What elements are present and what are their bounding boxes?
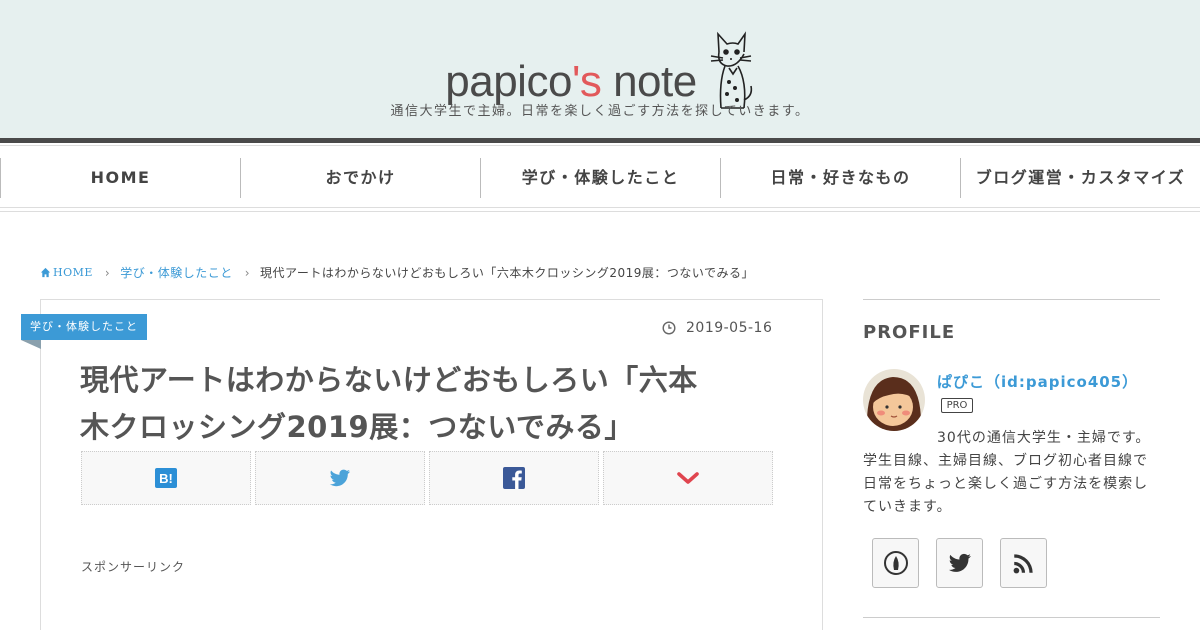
sidebar-top-border — [863, 299, 1160, 300]
pocket-share-button[interactable] — [603, 451, 773, 505]
facebook-share-button[interactable] — [429, 451, 599, 505]
avatar-image — [863, 369, 925, 431]
twitter-follow-button[interactable] — [936, 538, 983, 588]
hatena-follow-button[interactable] — [872, 538, 919, 588]
nav-item-nichijo[interactable]: 日常・好きなもの — [720, 158, 960, 198]
chevron-down-icon — [677, 472, 699, 484]
clock-icon — [662, 321, 676, 335]
nav-item-manabi[interactable]: 学び・体験したこと — [480, 158, 720, 198]
social-buttons — [872, 538, 1047, 588]
nav-item-odekake[interactable]: おでかけ — [240, 158, 480, 198]
twitter-share-button[interactable] — [255, 451, 425, 505]
profile-description: 30代の通信大学生・主婦です。学生目線、主婦目線、ブログ初心者目線で日常をちょっ… — [863, 430, 1151, 515]
site-logo[interactable]: papico's note — [0, 30, 1200, 109]
cat-logo-icon — [710, 31, 752, 109]
facebook-icon — [503, 467, 525, 489]
post-title-line1: 現代アートはわからないけどおもしろい「六本 — [80, 363, 698, 397]
post-date: 2019-05-16 — [662, 320, 772, 336]
rss-follow-button[interactable] — [1000, 538, 1047, 588]
breadcrumb-home-link[interactable]: HOME — [53, 266, 93, 279]
nav-top-border — [0, 145, 1200, 146]
chevron-right-icon: › — [244, 265, 251, 280]
share-buttons: B! — [81, 451, 773, 505]
profile-name-link[interactable]: ぱぴこ（id:papico405） — [937, 371, 1138, 392]
post-title: 現代アートはわからないけどおもしろい「六本 木クロッシング2019展：つないでみ… — [80, 357, 780, 451]
sponsor-label: スポンサーリンク — [81, 560, 186, 574]
category-label[interactable]: 学び・体験したこと — [21, 314, 147, 340]
rss-icon — [1013, 554, 1033, 574]
nav-bottom-border-2 — [0, 211, 1200, 212]
nav-item-home[interactable]: HOME — [0, 158, 240, 198]
global-nav: HOME おでかけ 学び・体験したこと 日常・好きなもの ブログ運営・カスタマイ… — [0, 158, 1200, 198]
hatena-icon — [883, 551, 908, 575]
header-divider — [0, 138, 1200, 143]
home-icon — [40, 267, 51, 278]
breadcrumb-category-link[interactable]: 学び・体験したこと — [120, 264, 233, 281]
breadcrumb: HOME › 学び・体験したこと › 現代アートはわからないけどおもしろい「六本… — [40, 264, 754, 281]
nav-bottom-border — [0, 207, 1200, 208]
svg-text:B!: B! — [159, 471, 173, 486]
avatar[interactable] — [863, 369, 925, 431]
pro-badge: PRO — [941, 398, 973, 413]
sidebar-bottom-border — [863, 617, 1160, 618]
site-header: papico's note 通信大学生で主婦。日常を楽しく過ごす方法を探していき… — [0, 0, 1200, 143]
breadcrumb-current: 現代アートはわからないけどおもしろい「六本木クロッシング2019展：つないでみる… — [260, 266, 755, 280]
site-tagline: 通信大学生で主婦。日常を楽しく過ごす方法を探していきます。 — [390, 104, 810, 119]
twitter-icon — [948, 553, 971, 572]
hatena-bookmark-icon: B! — [155, 468, 177, 488]
chevron-right-icon: › — [104, 265, 111, 280]
post-title-line2: 木クロッシング2019展：つないでみる」 — [80, 410, 634, 444]
hatena-bookmark-share-button[interactable]: B! — [81, 451, 251, 505]
profile-heading: PROFILE — [863, 322, 956, 343]
category-label-fold — [21, 340, 41, 349]
nav-item-blog[interactable]: ブログ運営・カスタマイズ — [960, 158, 1200, 198]
twitter-icon — [329, 469, 350, 487]
post-date-text: 2019-05-16 — [686, 320, 773, 336]
